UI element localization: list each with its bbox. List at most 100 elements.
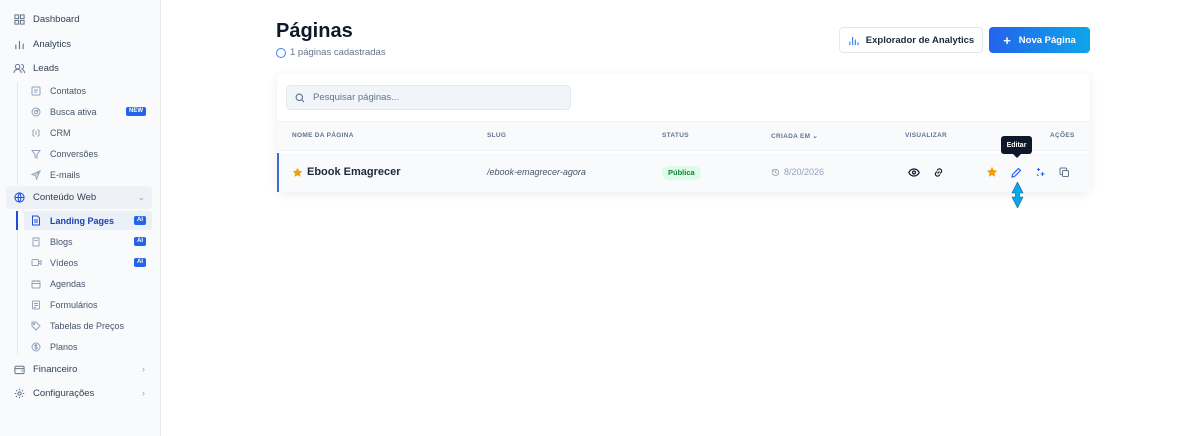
sidebar-item-configuracoes[interactable]: Configurações › bbox=[6, 382, 152, 404]
sidebar-item-videos[interactable]: Vídeos AI bbox=[24, 253, 152, 272]
new-page-button[interactable]: + Nova Página bbox=[989, 27, 1090, 53]
users-icon bbox=[12, 63, 26, 74]
sidebar-item-agendas[interactable]: Agendas bbox=[24, 274, 152, 293]
search-box[interactable] bbox=[286, 85, 571, 110]
page-name-cell[interactable]: Ebook Emagrecer bbox=[292, 166, 401, 178]
sidebar-item-crm[interactable]: CRM bbox=[24, 123, 152, 142]
sidebar-item-dashboard[interactable]: Dashboard bbox=[6, 8, 152, 30]
tree-guide-line bbox=[17, 212, 18, 355]
sidebar-item-financeiro[interactable]: Financeiro › bbox=[6, 358, 152, 380]
sidebar-item-label: Formulários bbox=[50, 299, 98, 310]
column-header-label: CRIADA EM bbox=[771, 133, 811, 140]
column-header-slug: SLUG bbox=[487, 132, 507, 139]
form-icon bbox=[30, 300, 42, 310]
search-input[interactable] bbox=[313, 92, 553, 103]
sidebar-item-label: E-mails bbox=[50, 169, 81, 180]
page-count: 1 páginas cadastradas bbox=[290, 47, 386, 58]
new-badge: NEW bbox=[126, 107, 146, 116]
sidebar-item-landing-pages[interactable]: Landing Pages AI bbox=[24, 211, 152, 230]
sidebar-item-label: Busca ativa bbox=[50, 106, 97, 117]
ai-sparkle-icon[interactable] bbox=[1033, 165, 1047, 179]
chevron-down-icon: ⌄ bbox=[137, 192, 145, 202]
contacts-icon bbox=[30, 86, 42, 96]
status-badge: Pública bbox=[662, 166, 701, 180]
edit-tooltip: Editar bbox=[1001, 136, 1032, 158]
plus-icon: + bbox=[1003, 32, 1011, 48]
history-icon bbox=[771, 168, 780, 177]
sidebar-item-label: Conversões bbox=[50, 148, 99, 159]
globe-icon bbox=[12, 192, 26, 203]
tree-guide-line bbox=[17, 82, 18, 185]
sidebar-item-label: Planos bbox=[50, 341, 78, 352]
sidebar-item-label: Blogs bbox=[50, 236, 73, 247]
search-icon bbox=[295, 93, 305, 103]
sidebar-item-label: Contatos bbox=[50, 85, 87, 96]
column-header-view: VISUALIZAR bbox=[905, 132, 947, 139]
edit-pencil-icon[interactable] bbox=[1009, 165, 1023, 179]
star-icon bbox=[292, 167, 303, 178]
sidebar-item-emails[interactable]: E-mails bbox=[24, 165, 152, 184]
sidebar-section-conteudo-web[interactable]: Conteúdo Web ⌄ bbox=[6, 186, 152, 209]
gear-icon bbox=[12, 388, 26, 399]
ai-badge: AI bbox=[134, 258, 146, 267]
sidebar-item-busca-ativa[interactable]: Busca ativa NEW bbox=[24, 102, 152, 121]
button-label: Explorador de Analytics bbox=[865, 34, 975, 46]
sidebar-item-tabelas-de-precos[interactable]: Tabelas de Preços bbox=[24, 316, 152, 335]
link-icon[interactable] bbox=[931, 165, 945, 179]
favorite-star-icon[interactable] bbox=[985, 165, 999, 179]
tag-icon bbox=[30, 321, 42, 331]
column-header-name: NOME DA PÁGINA bbox=[292, 132, 354, 139]
grid-icon bbox=[12, 13, 26, 25]
sidebar-item-blogs[interactable]: Blogs AI bbox=[24, 232, 152, 251]
sidebar-item-label: Dashboard bbox=[33, 13, 80, 25]
page-slug: /ebook-emagrecer-agora bbox=[487, 167, 586, 177]
cursor-pointer-icon bbox=[1011, 181, 1024, 213]
dollar-icon bbox=[30, 342, 42, 352]
chevron-right-icon: › bbox=[142, 388, 145, 398]
sidebar-item-label: Analytics bbox=[33, 38, 72, 50]
send-icon bbox=[30, 169, 42, 180]
created-date-cell: 8/20/2026 bbox=[771, 167, 824, 177]
ai-badge: AI bbox=[134, 216, 146, 225]
column-header-status: STATUS bbox=[662, 132, 689, 139]
chevron-down-icon: ⌄ bbox=[812, 133, 819, 140]
bar-chart-icon bbox=[12, 39, 26, 50]
calendar-icon bbox=[30, 279, 42, 289]
sidebar-item-label: Leads bbox=[33, 62, 59, 74]
sidebar-item-label: CRM bbox=[50, 127, 71, 138]
globe-icon bbox=[276, 47, 286, 58]
sidebar: Dashboard Analytics Leads Contatos Busca… bbox=[0, 0, 161, 436]
eye-icon[interactable] bbox=[907, 165, 921, 179]
sidebar-item-label: Landing Pages bbox=[50, 215, 115, 226]
sidebar-item-label: Agendas bbox=[50, 278, 86, 289]
ai-badge: AI bbox=[134, 237, 146, 246]
page-name: Ebook Emagrecer bbox=[307, 166, 401, 178]
sidebar-item-leads[interactable]: Leads bbox=[6, 57, 152, 79]
sidebar-item-planos[interactable]: Planos bbox=[24, 337, 152, 356]
sidebar-item-label: Conteúdo Web bbox=[33, 192, 97, 203]
sidebar-item-label: Tabelas de Preços bbox=[50, 320, 125, 331]
sidebar-item-conversoes[interactable]: Conversões bbox=[24, 144, 152, 163]
active-indicator bbox=[16, 211, 18, 230]
sidebar-item-analytics[interactable]: Analytics bbox=[6, 33, 152, 55]
chevron-right-icon: › bbox=[142, 364, 145, 374]
file-icon bbox=[30, 215, 42, 226]
sidebar-item-label: Financeiro bbox=[33, 363, 78, 375]
duplicate-icon[interactable] bbox=[1057, 165, 1071, 179]
crm-icon bbox=[30, 128, 42, 138]
sidebar-item-contatos[interactable]: Contatos bbox=[24, 81, 152, 100]
column-header-created[interactable]: CRIADA EM ⌄ bbox=[771, 132, 818, 140]
column-header-actions: AÇÕES bbox=[1050, 132, 1075, 139]
video-icon bbox=[30, 258, 42, 267]
wallet-icon bbox=[12, 364, 26, 375]
analytics-explorer-button[interactable]: Explorador de Analytics bbox=[839, 27, 983, 53]
created-date: 8/20/2026 bbox=[784, 167, 825, 177]
page-subtitle: 1 páginas cadastradas bbox=[276, 47, 386, 58]
button-label: Nova Página bbox=[1018, 34, 1076, 46]
page-title: Páginas bbox=[276, 20, 353, 42]
sidebar-item-label: Vídeos bbox=[50, 257, 79, 268]
sidebar-item-label: Configurações bbox=[33, 387, 95, 399]
radar-icon bbox=[30, 107, 42, 117]
book-icon bbox=[30, 237, 42, 247]
sidebar-item-formularios[interactable]: Formulários bbox=[24, 295, 152, 314]
